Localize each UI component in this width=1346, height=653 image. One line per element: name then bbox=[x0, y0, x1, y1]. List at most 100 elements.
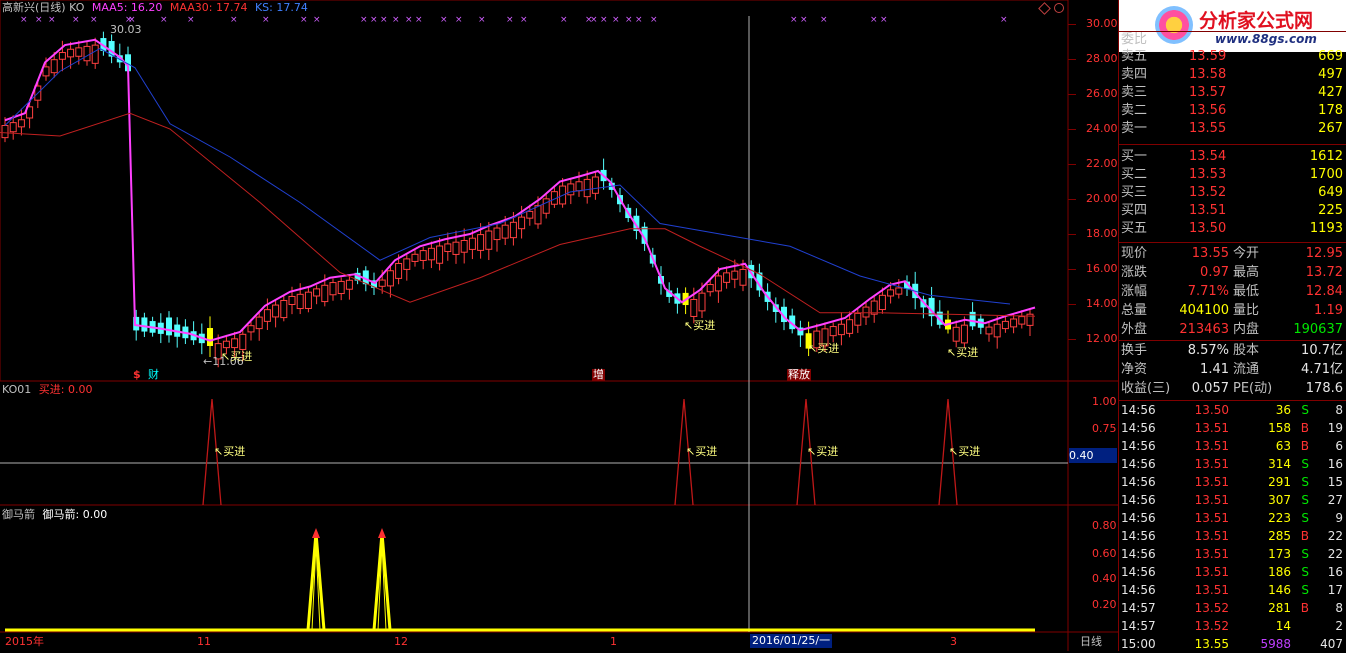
tick-row[interactable]: 14:56 13.51 158 B 19 bbox=[1119, 419, 1346, 437]
ask-row[interactable]: 卖一 13.55 267 bbox=[1119, 120, 1346, 138]
quote-value: 0.97 bbox=[1200, 265, 1229, 280]
ask-volume: 427 bbox=[1318, 85, 1343, 100]
tick-time: 15:00 bbox=[1121, 637, 1156, 651]
tick-side: S bbox=[1301, 457, 1309, 471]
candle-body bbox=[386, 270, 394, 287]
tick-volume: 291 bbox=[1268, 475, 1291, 489]
candle-body bbox=[895, 287, 903, 295]
candle-body bbox=[887, 289, 895, 297]
top-x-mark: × bbox=[520, 15, 528, 25]
candle-body bbox=[304, 291, 312, 309]
tick-row[interactable]: 14:56 13.51 314 S 16 bbox=[1119, 455, 1346, 473]
quote-row: 总量 404100 量比 1.19 bbox=[1119, 302, 1346, 320]
candle-body bbox=[985, 326, 993, 335]
red-arrow-icon bbox=[378, 528, 386, 538]
candle-body bbox=[395, 262, 403, 279]
tick-row[interactable]: 14:56 13.51 173 S 22 bbox=[1119, 545, 1346, 563]
tick-row[interactable]: 14:57 13.52 14 2 bbox=[1119, 617, 1346, 635]
candle-body bbox=[969, 311, 976, 327]
yma-indicator-name[interactable]: 御马箭 bbox=[2, 508, 35, 521]
stats-value: 4.71亿 bbox=[1301, 362, 1343, 377]
quote-value: 404100 bbox=[1179, 303, 1229, 318]
tick-price: 13.51 bbox=[1194, 583, 1229, 597]
tick-time: 14:56 bbox=[1121, 421, 1156, 435]
kline-chart-svg[interactable]: × × × × × ×× × × × × × × × × × × × × × × × × × × ×× × × × × × × × × × × × bbox=[0, 0, 1118, 651]
candle-body bbox=[952, 326, 960, 342]
candle-body bbox=[518, 216, 526, 230]
quote-label: 量比 bbox=[1233, 303, 1260, 318]
candle-body bbox=[166, 317, 172, 336]
ask-row[interactable]: 卖三 13.57 427 bbox=[1119, 84, 1346, 102]
tick-count: 22 bbox=[1327, 529, 1343, 543]
tick-row[interactable]: 14:56 13.51 186 S 16 bbox=[1119, 563, 1346, 581]
candle-body bbox=[542, 198, 550, 214]
tick-volume: 36 bbox=[1275, 403, 1291, 417]
ko-buy-label: ↖买进 bbox=[949, 445, 981, 458]
bid-row[interactable]: 买二 13.53 1700 bbox=[1119, 166, 1346, 184]
bid-row[interactable]: 买一 13.54 1612 bbox=[1119, 148, 1346, 166]
tick-row[interactable]: 14:56 13.50 36 S 8 bbox=[1119, 401, 1346, 419]
period-button[interactable]: 日线 bbox=[1080, 636, 1102, 648]
bid-level-label: 买五 bbox=[1121, 221, 1148, 236]
circle-icon[interactable] bbox=[1054, 3, 1064, 13]
candle-body bbox=[427, 247, 435, 261]
top-x-mark: × bbox=[370, 15, 378, 25]
top-x-mark: × bbox=[612, 15, 620, 25]
yma-indicator-value: 御马箭: 0.00 bbox=[42, 508, 108, 521]
tick-row[interactable]: 15:00 13.55 5988 407 bbox=[1119, 635, 1346, 653]
event-mark-release[interactable]: 释放 bbox=[787, 369, 811, 381]
tick-count: 15 bbox=[1327, 475, 1343, 489]
tick-time: 14:56 bbox=[1121, 547, 1156, 561]
candle-body bbox=[583, 178, 591, 198]
tick-row[interactable]: 14:56 13.51 146 S 17 bbox=[1119, 581, 1346, 599]
tick-row[interactable]: 14:56 13.51 63 B 6 bbox=[1119, 437, 1346, 455]
tick-price: 13.51 bbox=[1194, 421, 1229, 435]
candle-body bbox=[485, 230, 493, 250]
tick-row[interactable]: 14:56 13.51 285 B 22 bbox=[1119, 527, 1346, 545]
chart-area[interactable]: × × × × × × × × × × × × × × × × × × × × × × × × × × × × × × × × × × × × × × 高… bbox=[0, 0, 1118, 651]
event-mark-issue[interactable]: 增 bbox=[592, 369, 605, 381]
tick-count: 16 bbox=[1327, 457, 1343, 471]
bid-row[interactable]: 买四 13.51 225 bbox=[1119, 202, 1346, 220]
stats-row: 净资 1.41 流通 4.71亿 bbox=[1119, 361, 1346, 379]
tick-row[interactable]: 14:56 13.51 223 S 9 bbox=[1119, 509, 1346, 527]
candle-body bbox=[296, 293, 304, 310]
quote-value: 13.72 bbox=[1305, 265, 1343, 280]
bid-level-label: 买二 bbox=[1121, 167, 1148, 182]
event-mark-dollar[interactable]: $ bbox=[133, 369, 141, 381]
candle-body bbox=[280, 299, 288, 319]
buy-label: ↖买进 bbox=[808, 342, 840, 355]
ko-indicator-name[interactable]: KO01 bbox=[2, 383, 31, 396]
ask-price: 13.58 bbox=[1189, 67, 1227, 82]
bid-volume: 225 bbox=[1318, 203, 1343, 218]
ask-row[interactable]: 卖二 13.56 178 bbox=[1119, 102, 1346, 120]
top-x-mark: × bbox=[650, 15, 658, 25]
candle-body bbox=[378, 279, 386, 287]
top-x-mark: × bbox=[90, 15, 98, 25]
tick-row[interactable]: 14:56 13.51 307 S 27 bbox=[1119, 491, 1346, 509]
candle-body bbox=[231, 338, 239, 349]
tick-side: B bbox=[1300, 439, 1309, 453]
top-x-mark: × bbox=[262, 15, 270, 25]
price-axis-label: 22.00 bbox=[1086, 157, 1118, 170]
bid-row[interactable]: 买五 13.50 1193 bbox=[1119, 220, 1346, 238]
yma-axis-label: 0.20 bbox=[1092, 598, 1117, 611]
event-mark-finance[interactable]: 财 bbox=[148, 369, 159, 381]
bid-level-label: 买四 bbox=[1121, 203, 1148, 218]
top-x-mark: × bbox=[405, 15, 413, 25]
bid-level-label: 买一 bbox=[1121, 149, 1148, 164]
tick-volume: 173 bbox=[1268, 547, 1291, 561]
top-x-mark: × bbox=[870, 15, 878, 25]
tick-row[interactable]: 14:56 13.51 291 S 15 bbox=[1119, 473, 1346, 491]
bid-volume: 1193 bbox=[1309, 221, 1343, 236]
tick-side: S bbox=[1301, 565, 1309, 579]
bid-row[interactable]: 买三 13.52 649 bbox=[1119, 184, 1346, 202]
bid-volume: 1700 bbox=[1309, 167, 1343, 182]
quote-value: 190637 bbox=[1293, 322, 1343, 337]
tick-side: B bbox=[1300, 601, 1309, 615]
stats-label: 净资 bbox=[1121, 362, 1148, 377]
price-axis-tick bbox=[1068, 94, 1076, 95]
ask-row[interactable]: 卖五 13.59 669 bbox=[1119, 48, 1346, 66]
tick-row[interactable]: 14:57 13.52 281 B 8 bbox=[1119, 599, 1346, 617]
ask-row[interactable]: 卖四 13.58 497 bbox=[1119, 66, 1346, 84]
